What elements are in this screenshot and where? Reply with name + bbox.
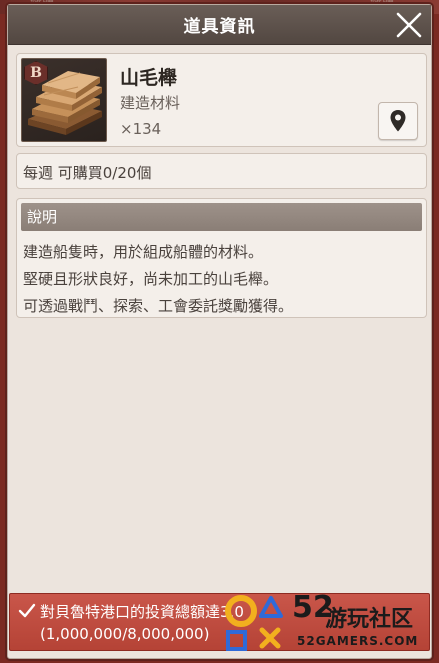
- description-card: 說明 建造船隻時，用於組成船體的材料。 堅硬且形狀良好，尚未加工的山毛櫸。 可透…: [16, 198, 427, 318]
- purchase-limit-card: 每週 可購買0/20個: [16, 153, 427, 189]
- item-count: ×134: [120, 120, 162, 138]
- item-info-dialog: 道具資訊 B 山毛櫸 建造材料 ×134 每週 可購買0/20個 說明 建造船隻…: [7, 4, 432, 659]
- locate-button[interactable]: [378, 102, 418, 140]
- banner-progress: (1,000,000/8,000,000): [40, 625, 210, 643]
- check-icon: [18, 603, 36, 618]
- item-summary-card: B 山毛櫸 建造材料 ×134: [16, 53, 427, 147]
- banner-text: 對貝魯特港口的投資總額達3,0: [40, 603, 244, 621]
- description-line: 堅硬且形狀良好，尚未加工的山毛櫸。: [23, 270, 279, 288]
- dialog-title: 道具資訊: [183, 17, 256, 37]
- item-type: 建造材料: [120, 94, 181, 112]
- map-pin-icon: [390, 110, 406, 132]
- description-line: 可透過戰鬥、探索、工會委託獎勵獲得。: [23, 297, 294, 315]
- dialog-titlebar: 道具資訊: [8, 5, 431, 45]
- achievement-banner[interactable]: 對貝魯特港口的投資總額達3,0 (1,000,000/8,000,000): [9, 593, 430, 651]
- close-icon: [396, 12, 422, 38]
- purchase-limit-text: 每週 可購買0/20個: [23, 164, 152, 182]
- close-button[interactable]: [389, 5, 429, 45]
- description-header: 說明: [21, 203, 422, 231]
- item-thumbnail: B: [21, 58, 107, 142]
- item-name: 山毛櫸: [120, 67, 178, 89]
- description-line: 建造船隻時，用於組成船體的材料。: [23, 243, 264, 261]
